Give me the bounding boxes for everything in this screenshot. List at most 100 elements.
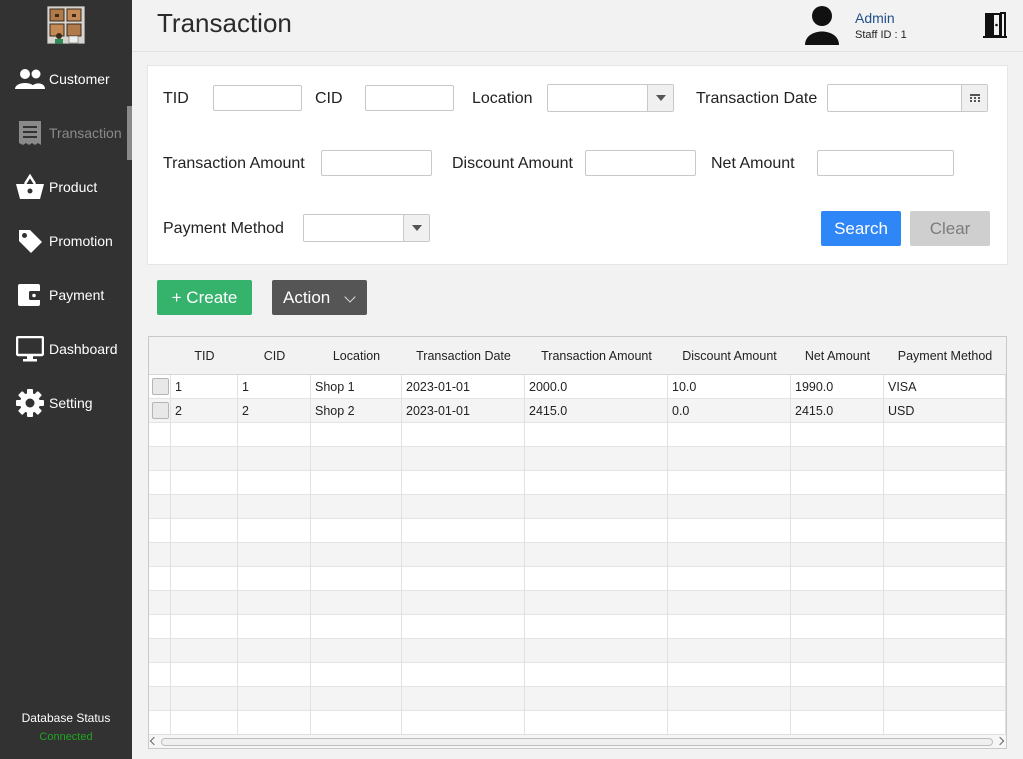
discount-amount-label: Discount Amount bbox=[452, 155, 573, 172]
table-cell bbox=[668, 687, 791, 711]
table-cell: 10.0 bbox=[668, 375, 791, 399]
sidebar-item-dashboard[interactable]: Dashboard bbox=[0, 322, 132, 376]
column-header-cid[interactable]: CID bbox=[238, 337, 311, 375]
table-row[interactable] bbox=[149, 591, 1006, 615]
tid-input[interactable] bbox=[213, 85, 302, 111]
row-checkbox[interactable] bbox=[152, 378, 169, 395]
discount-amount-input[interactable] bbox=[585, 150, 696, 176]
chevron-down-icon[interactable] bbox=[647, 85, 673, 111]
search-button[interactable]: Search bbox=[821, 211, 901, 246]
table-cell: 2023-01-01 bbox=[402, 375, 525, 399]
table-row[interactable] bbox=[149, 423, 1006, 447]
table-cell bbox=[791, 591, 884, 615]
table-row[interactable] bbox=[149, 447, 1006, 471]
table-cell bbox=[884, 591, 1006, 615]
table-cell: 0.0 bbox=[668, 399, 791, 423]
table-cell bbox=[791, 447, 884, 471]
table-row[interactable] bbox=[149, 639, 1006, 663]
table-cell bbox=[525, 447, 668, 471]
table-cell bbox=[525, 543, 668, 567]
table-row[interactable]: 2 2 Shop 2 2023-01-01 2415.0 0.0 2415.0 USD bbox=[149, 399, 1006, 423]
row-checkbox[interactable] bbox=[152, 402, 169, 419]
table-cell: 2023-01-01 bbox=[402, 399, 525, 423]
sidebar-item-label: Transaction bbox=[49, 125, 122, 141]
transaction-amount-input[interactable] bbox=[321, 150, 432, 176]
create-button[interactable]: + Create bbox=[157, 280, 252, 315]
column-header-location[interactable]: Location bbox=[311, 337, 402, 375]
table-cell bbox=[402, 447, 525, 471]
table-cell bbox=[238, 639, 311, 663]
table-cell bbox=[525, 495, 668, 519]
table-cell bbox=[238, 687, 311, 711]
column-header-transaction-amount[interactable]: Transaction Amount bbox=[525, 337, 668, 375]
net-amount-input[interactable] bbox=[817, 150, 954, 176]
table-row[interactable] bbox=[149, 711, 1006, 735]
column-header-payment-method[interactable]: Payment Method bbox=[884, 337, 1006, 375]
table-cell bbox=[884, 543, 1006, 567]
table-cell bbox=[791, 615, 884, 639]
column-header-transaction-date[interactable]: Transaction Date bbox=[402, 337, 525, 375]
sidebar-item-promotion[interactable]: Promotion bbox=[0, 214, 132, 268]
table-cell bbox=[402, 591, 525, 615]
scroll-left-icon[interactable] bbox=[149, 736, 159, 746]
column-header-discount-amount[interactable]: Discount Amount bbox=[668, 337, 791, 375]
page-title: Transaction bbox=[157, 8, 292, 38]
sidebar-item-transaction[interactable]: Transaction bbox=[0, 106, 132, 160]
table-row[interactable] bbox=[149, 471, 1006, 495]
sidebar-item-customer[interactable]: Customer bbox=[0, 52, 132, 106]
table-cell bbox=[238, 519, 311, 543]
table-row[interactable] bbox=[149, 543, 1006, 567]
table-cell bbox=[238, 543, 311, 567]
sidebar-item-product[interactable]: Product bbox=[0, 160, 132, 214]
table-cell bbox=[791, 687, 884, 711]
table-cell bbox=[668, 447, 791, 471]
transaction-date-picker[interactable] bbox=[827, 84, 988, 112]
table-cell bbox=[525, 567, 668, 591]
table-row[interactable] bbox=[149, 519, 1006, 543]
sidebar-item-label: Payment bbox=[49, 287, 105, 303]
table-cell bbox=[525, 471, 668, 495]
table-cell bbox=[311, 471, 402, 495]
table-cell bbox=[884, 495, 1006, 519]
table-row[interactable] bbox=[149, 567, 1006, 591]
table-cell bbox=[311, 711, 402, 735]
user-name-link[interactable]: Admin bbox=[855, 10, 895, 26]
table-cell bbox=[311, 687, 402, 711]
table-cell bbox=[791, 639, 884, 663]
table-cell bbox=[668, 495, 791, 519]
table-cell bbox=[171, 495, 238, 519]
sidebar-item-label: Product bbox=[49, 179, 98, 195]
location-select[interactable] bbox=[547, 84, 674, 112]
table-cell bbox=[311, 615, 402, 639]
table-row[interactable] bbox=[149, 663, 1006, 687]
table-cell bbox=[171, 447, 238, 471]
logout-door-icon[interactable] bbox=[983, 12, 1007, 38]
chevron-down-icon[interactable] bbox=[403, 215, 429, 241]
cid-input[interactable] bbox=[365, 85, 454, 111]
table-cell bbox=[402, 663, 525, 687]
chevron-down-icon bbox=[344, 291, 356, 303]
table-cell bbox=[171, 615, 238, 639]
action-dropdown-button[interactable]: Action bbox=[272, 280, 367, 315]
table-row[interactable] bbox=[149, 687, 1006, 711]
sidebar-item-payment[interactable]: Payment bbox=[0, 268, 132, 322]
table-row[interactable] bbox=[149, 615, 1006, 639]
payment-method-select[interactable] bbox=[303, 214, 430, 242]
database-status-label: Database Status bbox=[21, 711, 111, 725]
table-row[interactable] bbox=[149, 495, 1006, 519]
clear-button[interactable]: Clear bbox=[910, 211, 990, 246]
scroll-right-icon[interactable] bbox=[995, 736, 1005, 746]
table-cell: VISA bbox=[884, 375, 1006, 399]
table-cell bbox=[668, 639, 791, 663]
sidebar-item-label: Customer bbox=[49, 71, 110, 87]
column-header-tid[interactable]: TID bbox=[171, 337, 238, 375]
scrollbar-thumb[interactable] bbox=[161, 738, 993, 746]
sidebar: Customer Transaction Product Promotion P… bbox=[0, 0, 132, 759]
calendar-icon[interactable] bbox=[961, 85, 987, 111]
table-row[interactable]: 1 1 Shop 1 2023-01-01 2000.0 10.0 1990.0 VISA bbox=[149, 375, 1006, 399]
table-cell bbox=[402, 543, 525, 567]
column-header-net-amount[interactable]: Net Amount bbox=[791, 337, 884, 375]
sidebar-item-setting[interactable]: Setting bbox=[0, 376, 132, 430]
table-cell bbox=[311, 423, 402, 447]
horizontal-scrollbar[interactable] bbox=[149, 734, 1006, 748]
